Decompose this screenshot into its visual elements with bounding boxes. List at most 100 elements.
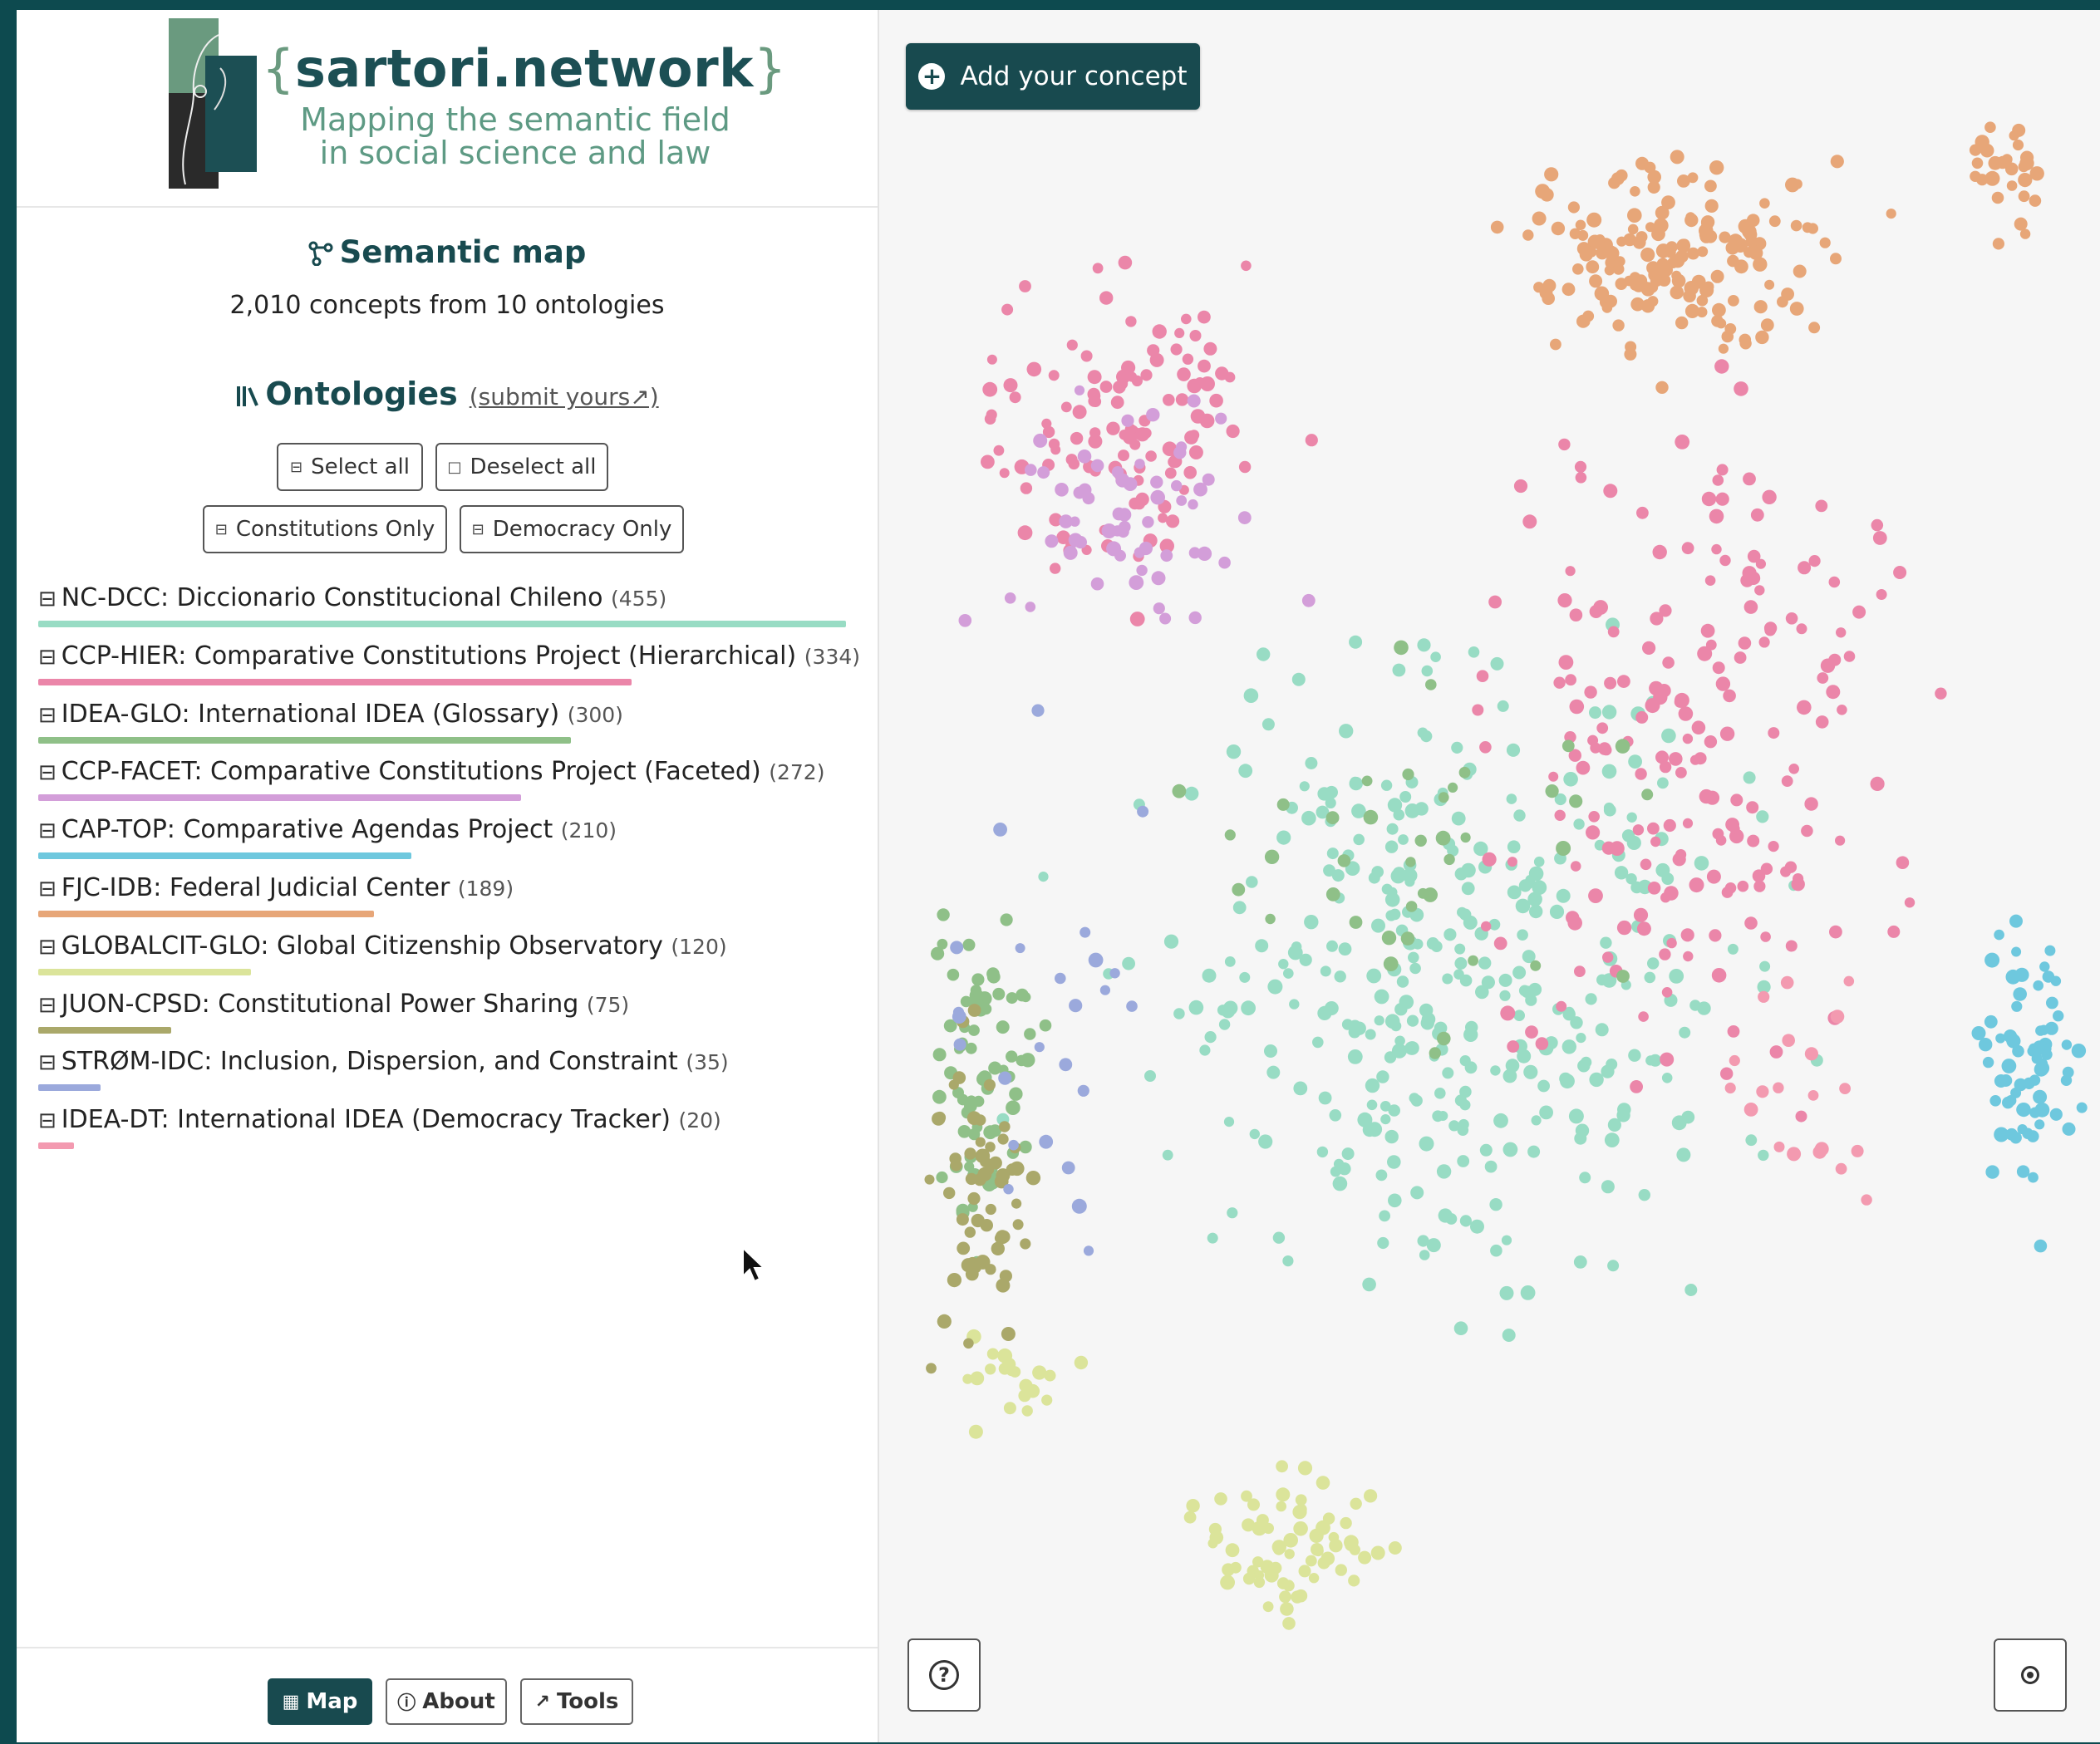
- concept-point[interactable]: [1276, 1487, 1291, 1502]
- concept-point[interactable]: [1039, 1019, 1052, 1032]
- concept-point[interactable]: [1291, 1590, 1304, 1604]
- concept-point[interactable]: [1715, 835, 1727, 846]
- concept-point[interactable]: [1513, 479, 1528, 494]
- concept-point[interactable]: [1676, 1147, 1691, 1162]
- concept-point[interactable]: [1493, 936, 1507, 951]
- concept-point[interactable]: [1482, 852, 1497, 867]
- concept-point[interactable]: [1389, 908, 1401, 921]
- concept-point[interactable]: [1445, 1213, 1458, 1225]
- concept-point[interactable]: [1146, 408, 1160, 422]
- concept-point[interactable]: [1293, 1081, 1308, 1096]
- concept-point[interactable]: [1737, 880, 1749, 892]
- concept-point[interactable]: [1381, 931, 1397, 946]
- concept-point[interactable]: [1584, 685, 1597, 699]
- concept-point[interactable]: [1522, 229, 1534, 241]
- concept-point[interactable]: [1904, 897, 1916, 908]
- concept-point[interactable]: [1500, 1005, 1516, 1021]
- concept-point[interactable]: [1460, 832, 1471, 843]
- concept-point[interactable]: [1380, 779, 1393, 791]
- concept-point[interactable]: [1665, 246, 1676, 258]
- concept-point[interactable]: [1569, 608, 1583, 621]
- concept-point[interactable]: [1122, 956, 1135, 970]
- concept-point[interactable]: [2061, 1039, 2073, 1050]
- concept-point[interactable]: [1162, 1149, 1173, 1161]
- concept-point[interactable]: [1430, 651, 1441, 662]
- concept-point[interactable]: [1350, 776, 1360, 787]
- concept-point[interactable]: [1727, 254, 1739, 268]
- concept-point[interactable]: [1371, 918, 1385, 933]
- concept-point[interactable]: [2033, 1089, 2048, 1104]
- concept-point[interactable]: [1335, 1564, 1347, 1576]
- concept-point[interactable]: [1055, 483, 1069, 497]
- concept-point[interactable]: [1207, 1232, 1218, 1244]
- concept-point[interactable]: [1704, 199, 1719, 213]
- ontology-item[interactable]: ⊟ CCP-HIER: Comparative Constitutions Pro…: [38, 641, 861, 700]
- concept-point[interactable]: [1476, 670, 1489, 682]
- concept-point[interactable]: [1362, 1277, 1376, 1292]
- concept-point[interactable]: [1069, 999, 1083, 1013]
- concept-point[interactable]: [1341, 1019, 1354, 1030]
- concept-point[interactable]: [1537, 1079, 1550, 1093]
- concept-point[interactable]: [1238, 460, 1252, 474]
- concept-point[interactable]: [1762, 489, 1777, 504]
- concept-point[interactable]: [1645, 698, 1660, 714]
- ontology-item[interactable]: ⊟ CAP-TOP: Comparative Agendas Project (2…: [38, 815, 861, 873]
- concept-point[interactable]: [1008, 1139, 1019, 1151]
- concept-point[interactable]: [1980, 143, 1994, 158]
- concept-point[interactable]: [1604, 265, 1616, 276]
- concept-point[interactable]: [1153, 602, 1165, 615]
- concept-point[interactable]: [1984, 952, 2000, 968]
- concept-point[interactable]: [1296, 1503, 1307, 1516]
- scatter-plot[interactable]: [879, 10, 2100, 1742]
- concept-point[interactable]: [1490, 1244, 1502, 1257]
- concept-point[interactable]: [1405, 901, 1418, 912]
- concept-point[interactable]: [1603, 484, 1618, 499]
- concept-point[interactable]: [965, 1172, 978, 1186]
- concept-point[interactable]: [1497, 700, 1509, 712]
- concept-point[interactable]: [966, 1095, 977, 1106]
- concept-point[interactable]: [1830, 253, 1842, 265]
- concept-point[interactable]: [1759, 198, 1770, 209]
- concept-point[interactable]: [1380, 1114, 1391, 1125]
- concept-point[interactable]: [1545, 784, 1559, 798]
- democracy-only-button[interactable]: ⊟ Democracy Only: [460, 505, 684, 553]
- concept-point[interactable]: [1589, 274, 1603, 288]
- concept-point[interactable]: [986, 967, 1000, 980]
- concept-point[interactable]: [1133, 497, 1146, 510]
- concept-point[interactable]: [1453, 1321, 1468, 1335]
- concept-point[interactable]: [1187, 394, 1201, 408]
- concept-point[interactable]: [1454, 943, 1466, 955]
- concept-point[interactable]: [1361, 775, 1373, 787]
- concept-point[interactable]: [1230, 1561, 1242, 1574]
- concept-point[interactable]: [1626, 812, 1637, 823]
- concept-point[interactable]: [1678, 706, 1694, 721]
- concept-point[interactable]: [1719, 231, 1731, 243]
- concept-point[interactable]: [1675, 849, 1687, 861]
- concept-point[interactable]: [1682, 818, 1694, 829]
- concept-point[interactable]: [1174, 327, 1185, 338]
- concept-point[interactable]: [1188, 445, 1203, 459]
- concept-point[interactable]: [1518, 985, 1531, 997]
- concept-point[interactable]: [1166, 514, 1180, 528]
- concept-point[interactable]: [1325, 887, 1340, 901]
- concept-point[interactable]: [1099, 381, 1113, 393]
- concept-point[interactable]: [1463, 1027, 1478, 1043]
- concept-point[interactable]: [1627, 208, 1642, 223]
- concept-point[interactable]: [1021, 1405, 1033, 1417]
- concept-point[interactable]: [1187, 378, 1202, 394]
- concept-point[interactable]: [1992, 238, 2004, 250]
- concept-point[interactable]: [1299, 781, 1310, 792]
- concept-point[interactable]: [1542, 292, 1555, 306]
- concept-point[interactable]: [1414, 834, 1427, 847]
- concept-point[interactable]: [1145, 450, 1157, 462]
- concept-point[interactable]: [1276, 798, 1290, 811]
- concept-point[interactable]: [1468, 955, 1478, 966]
- concept-point[interactable]: [1291, 672, 1306, 686]
- concept-point[interactable]: [1419, 1136, 1434, 1152]
- concept-point[interactable]: [1706, 869, 1721, 884]
- concept-point[interactable]: [1265, 913, 1276, 925]
- concept-point[interactable]: [1675, 316, 1689, 330]
- concept-point[interactable]: [1106, 421, 1120, 435]
- concept-point[interactable]: [1387, 1155, 1401, 1169]
- help-button[interactable]: ?: [907, 1638, 981, 1712]
